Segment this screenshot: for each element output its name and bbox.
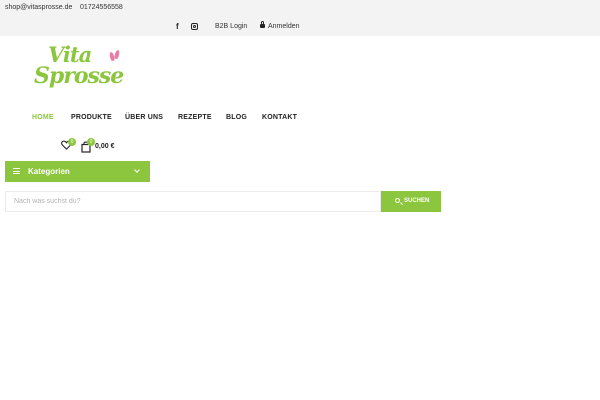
logo-text-sprosse: Sprosse [34, 63, 124, 89]
cart-button[interactable]: 0 [81, 138, 95, 153]
nav-item-ueber-uns[interactable]: ÜBER UNS [125, 114, 163, 121]
menu-icon [13, 168, 20, 174]
cart-count-badge: 0 [87, 138, 95, 146]
contact-phone[interactable]: 01724556558 [80, 4, 123, 11]
nav-item-rezepte[interactable]: REZEPTE [178, 114, 212, 121]
search-button-label: SUCHEN [404, 198, 430, 204]
search-input[interactable] [5, 191, 381, 212]
wishlist-count-badge: 0 [68, 138, 76, 146]
lock-icon [260, 21, 265, 28]
sprout-icon [108, 49, 121, 64]
cart-total[interactable]: 0,00 € [95, 143, 114, 150]
nav-item-produkte[interactable]: PRODUKTE [71, 114, 112, 121]
nav-item-kontakt[interactable]: KONTAKT [262, 114, 297, 121]
contact-email[interactable]: shop@vitasprosse.de [5, 4, 72, 11]
categories-dropdown[interactable]: Kategorien [5, 161, 150, 182]
search-button[interactable]: SUCHEN [381, 191, 441, 212]
categories-label: Kategorien [28, 167, 70, 176]
chevron-down-icon [134, 167, 140, 173]
top-bar: shop@vitasprosse.de 01724556558 f B2B Lo… [0, 0, 600, 36]
search-icon [395, 198, 400, 203]
b2b-login-link[interactable]: B2B Login [215, 23, 247, 30]
login-link[interactable]: Anmelden [268, 23, 300, 30]
nav-item-blog[interactable]: BLOG [226, 114, 247, 121]
facebook-icon[interactable]: f [176, 22, 179, 31]
site-logo[interactable]: Vita Sprosse [34, 42, 124, 98]
nav-item-home[interactable]: HOME [32, 114, 54, 121]
wishlist-button[interactable]: 0 [61, 138, 76, 152]
instagram-icon[interactable] [191, 23, 198, 30]
